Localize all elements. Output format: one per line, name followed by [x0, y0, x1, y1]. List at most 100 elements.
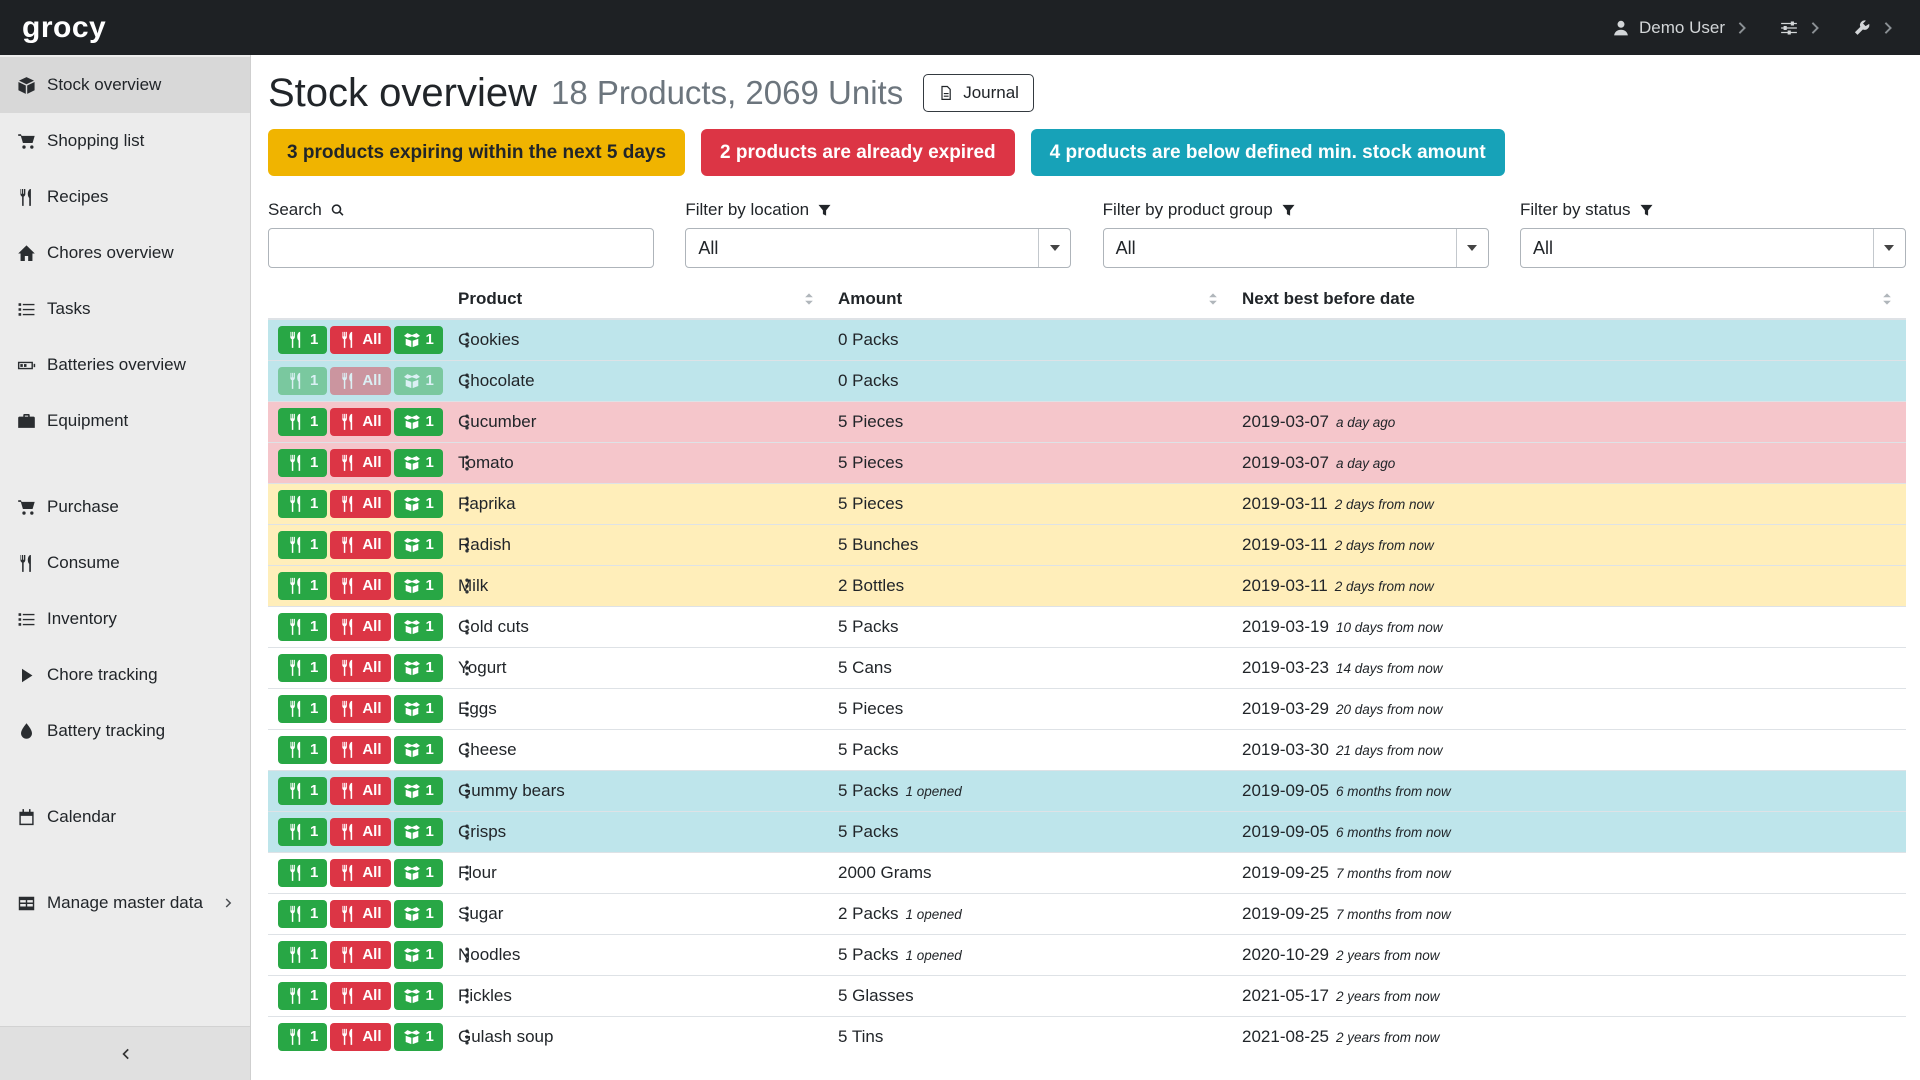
sidebar-item-batteries-overview[interactable]: Batteries overview [0, 337, 250, 393]
product-cell: Cheese [448, 729, 828, 770]
consume-all-button[interactable]: All [330, 777, 390, 805]
consume-one-button[interactable]: 1 [278, 736, 327, 764]
sidebar-item-equipment[interactable]: Equipment [0, 393, 250, 449]
consume-all-button[interactable]: All [330, 695, 390, 723]
consume-one-button[interactable]: 1 [278, 654, 327, 682]
consume-one-button[interactable]: 1 [278, 859, 327, 887]
sort-icon[interactable] [1204, 290, 1222, 308]
open-one-button[interactable]: 1 [394, 449, 443, 477]
dropdown-caret-icon [1873, 229, 1905, 267]
consume-all-button[interactable]: All [330, 449, 390, 477]
amount-note: 1 opened [905, 948, 961, 963]
sidebar-item-consume[interactable]: Consume [0, 535, 250, 591]
open-one-button[interactable]: 1 [394, 367, 443, 395]
status-badge-info[interactable]: 4 products are below defined min. stock … [1031, 129, 1505, 176]
consume-all-button[interactable]: All [330, 367, 390, 395]
consume-one-button[interactable]: 1 [278, 818, 327, 846]
open-one-button[interactable]: 1 [394, 695, 443, 723]
open-one-button[interactable]: 1 [394, 531, 443, 559]
sidebar-item-battery-tracking[interactable]: Battery tracking [0, 703, 250, 759]
location-filter-select[interactable]: All [685, 228, 1071, 268]
sort-icon[interactable] [800, 290, 818, 308]
consume-one-button[interactable]: 1 [278, 695, 327, 723]
sidebar-item-shopping-list[interactable]: Shopping list [0, 113, 250, 169]
consume-all-button[interactable]: All [330, 859, 390, 887]
consume-all-button[interactable]: All [330, 572, 390, 600]
consume-one-button[interactable]: 1 [278, 777, 327, 805]
open-one-button[interactable]: 1 [394, 736, 443, 764]
date-cell: 2019-09-056 months from now [1232, 770, 1906, 811]
open-one-button[interactable]: 1 [394, 1023, 443, 1051]
consume-one-button[interactable]: 1 [278, 900, 327, 928]
amount-cell: 5 Pieces [828, 483, 1232, 524]
open-one-button[interactable]: 1 [394, 818, 443, 846]
utensils-icon [287, 782, 305, 800]
product-group-filter-select[interactable]: All [1103, 228, 1489, 268]
admin-menu[interactable] [1853, 19, 1898, 37]
sidebar-item-purchase[interactable]: Purchase [0, 479, 250, 535]
consume-one-button[interactable]: 1 [278, 941, 327, 969]
consume-all-button[interactable]: All [330, 818, 390, 846]
app-logo[interactable]: grocy [22, 11, 106, 45]
status-filter-select[interactable]: All [1520, 228, 1906, 268]
consume-one-button[interactable]: 1 [278, 572, 327, 600]
open-one-button[interactable]: 1 [394, 900, 443, 928]
consume-all-button[interactable]: All [330, 408, 390, 436]
open-one-button[interactable]: 1 [394, 654, 443, 682]
consume-all-button[interactable]: All [330, 531, 390, 559]
open-one-button[interactable]: 1 [394, 490, 443, 518]
sidebar-item-tasks[interactable]: Tasks [0, 281, 250, 337]
chevron-right-icon [1880, 19, 1898, 37]
alerts-row: 3 products expiring within the next 5 da… [268, 129, 1920, 176]
consume-one-button[interactable]: 1 [278, 531, 327, 559]
status-badge-warning[interactable]: 3 products expiring within the next 5 da… [268, 129, 685, 176]
user-menu[interactable]: Demo User [1612, 18, 1752, 38]
open-one-button[interactable]: 1 [394, 613, 443, 641]
column-header-product[interactable]: Product [448, 280, 828, 319]
product-cell: Crisps [448, 811, 828, 852]
consume-one-button[interactable]: 1 [278, 490, 327, 518]
open-one-button[interactable]: 1 [394, 572, 443, 600]
open-box-icon [403, 577, 421, 595]
open-box-icon [403, 1028, 421, 1046]
sidebar-item-chores-overview[interactable]: Chores overview [0, 225, 250, 281]
open-one-button[interactable]: 1 [394, 326, 443, 354]
collapse-sidebar-button[interactable] [0, 1026, 250, 1080]
consume-all-button[interactable]: All [330, 490, 390, 518]
journal-button[interactable]: Journal [923, 74, 1034, 112]
open-one-button[interactable]: 1 [394, 408, 443, 436]
open-one-button[interactable]: 1 [394, 982, 443, 1010]
open-one-button[interactable]: 1 [394, 777, 443, 805]
consume-all-button[interactable]: All [330, 1023, 390, 1051]
consume-all-button[interactable]: All [330, 900, 390, 928]
open-one-button[interactable]: 1 [394, 859, 443, 887]
search-input[interactable] [268, 228, 654, 268]
consume-all-button[interactable]: All [330, 736, 390, 764]
consume-one-button[interactable]: 1 [278, 982, 327, 1010]
consume-one-button[interactable]: 1 [278, 408, 327, 436]
consume-all-button[interactable]: All [330, 613, 390, 641]
consume-all-button[interactable]: All [330, 654, 390, 682]
sidebar-item-recipes[interactable]: Recipes [0, 169, 250, 225]
consume-one-button[interactable]: 1 [278, 1023, 327, 1051]
consume-one-button[interactable]: 1 [278, 449, 327, 477]
sort-icon[interactable] [1878, 290, 1896, 308]
column-header-amount[interactable]: Amount [828, 280, 1232, 319]
consume-one-button[interactable]: 1 [278, 326, 327, 354]
sidebar-item-stock-overview[interactable]: Stock overview [0, 57, 250, 113]
settings-menu[interactable] [1780, 19, 1825, 37]
consume-one-button[interactable]: 1 [278, 367, 327, 395]
actions-column-header [268, 280, 448, 319]
sidebar-item-chore-tracking[interactable]: Chore tracking [0, 647, 250, 703]
consume-all-button[interactable]: All [330, 326, 390, 354]
column-header-next-best-before-date[interactable]: Next best before date [1232, 280, 1906, 319]
sidebar-item-calendar[interactable]: Calendar [0, 789, 250, 845]
sidebar-item-manage-master-data[interactable]: Manage master data [0, 875, 250, 931]
sidebar-item-inventory[interactable]: Inventory [0, 591, 250, 647]
status-badge-danger[interactable]: 2 products are already expired [701, 129, 1015, 176]
consume-one-button[interactable]: 1 [278, 613, 327, 641]
consume-all-button[interactable]: All [330, 941, 390, 969]
consume-all-button[interactable]: All [330, 982, 390, 1010]
status-filter: Filter by status All [1520, 200, 1906, 268]
open-one-button[interactable]: 1 [394, 941, 443, 969]
